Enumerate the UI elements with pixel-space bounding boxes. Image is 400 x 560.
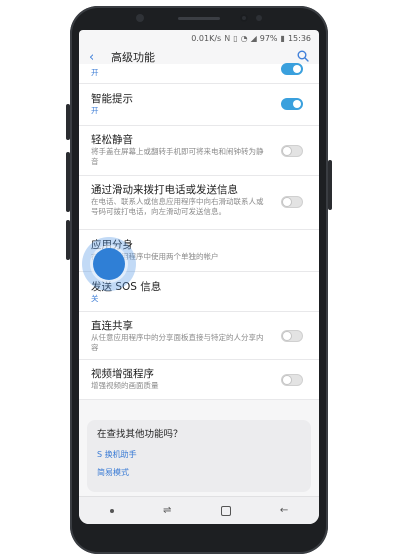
signal-icon: ◢ xyxy=(250,33,257,43)
toggle-switch[interactable] xyxy=(281,330,303,342)
toggle-switch[interactable] xyxy=(281,145,303,157)
page-title: 高级功能 xyxy=(111,51,155,64)
navigation-bar: ⇌ ← xyxy=(79,496,319,524)
item-status: 开 xyxy=(91,106,99,115)
item-title: 轻松静音 xyxy=(91,134,133,146)
suggestion-card: 在查找其他功能吗？ S 换机助手 简易模式 xyxy=(87,420,311,492)
tap-indicator xyxy=(93,248,125,280)
earpiece-speaker xyxy=(178,17,220,20)
item-title: 直连共享 xyxy=(91,320,133,332)
back-button-icon[interactable]: ← xyxy=(280,505,288,516)
bottom-bezel xyxy=(70,524,328,554)
item-status: 关 xyxy=(91,294,99,303)
iris-sensor-icon xyxy=(136,14,144,22)
item-description: 将手盖在屏幕上或翻转手机即可将来电和闹钟转为静音 xyxy=(91,147,264,166)
battery-level: 97% xyxy=(259,33,278,43)
easy-mode-link[interactable]: 简易模式 xyxy=(97,468,301,478)
toggle-switch[interactable] xyxy=(281,98,303,110)
list-item-direct-share[interactable]: 直连共享 从任意应用程序中的分享面板直接与特定的人分享内容 xyxy=(79,312,319,360)
toggle-switch[interactable] xyxy=(281,374,303,386)
item-title: 通过滑动来拨打电话或发送信息 xyxy=(91,184,238,196)
item-description: 增强视频的画面质量 xyxy=(91,381,159,390)
settings-list: 开 智能提示 开 轻松静音 将手盖在屏幕上或翻转手机即可将来电和闹钟转为静音 通… xyxy=(79,63,319,400)
list-item-swipe-to-call[interactable]: 通过滑动来拨打电话或发送信息 在电话、联系人或信息应用程序中向右滑动联系人或号码… xyxy=(79,176,319,230)
home-button[interactable] xyxy=(220,505,231,516)
recent-apps-icon[interactable]: ⇌ xyxy=(163,505,171,516)
list-item-easy-mute[interactable]: 轻松静音 将手盖在屏幕上或翻转手机即可将来电和闹钟转为静音 xyxy=(79,126,319,176)
network-speed: 0.01K/s xyxy=(191,33,222,43)
list-item[interactable]: 开 xyxy=(79,63,319,84)
nfc-icon: N xyxy=(224,33,231,43)
item-title: 智能提示 xyxy=(91,93,133,105)
status-bar: 0.01K/s N ▯ ◔ ◢ 97% ▮ 15:36 xyxy=(79,30,319,46)
back-arrow-icon[interactable]: ‹ xyxy=(89,50,103,65)
proximity-sensor-icon xyxy=(256,15,262,21)
toggle-switch[interactable] xyxy=(281,63,303,75)
item-title: 视频增强程序 xyxy=(91,368,154,380)
list-item-smart-alert[interactable]: 智能提示 开 xyxy=(79,84,319,126)
suggestion-title: 在查找其他功能吗？ xyxy=(97,429,183,440)
wifi-icon: ◔ xyxy=(240,33,248,43)
clock: 15:36 xyxy=(287,33,311,43)
item-description: 从任意应用程序中的分享面板直接与特定的人分享内容 xyxy=(91,333,264,352)
battery-icon: ▮ xyxy=(280,33,285,43)
list-item-video-enhancer[interactable]: 视频增强程序 增强视频的画面质量 xyxy=(79,360,319,400)
item-description: 在电话、联系人或信息应用程序中向右滑动联系人或号码可拨打电话，向左滑动可发送信息… xyxy=(91,197,264,216)
vibrate-icon: ▯ xyxy=(233,33,238,43)
search-icon[interactable] xyxy=(297,50,309,62)
nav-dot-icon xyxy=(109,508,114,513)
item-status: 开 xyxy=(91,68,99,77)
front-camera-icon xyxy=(240,14,248,22)
toggle-switch[interactable] xyxy=(281,196,303,208)
power-button xyxy=(328,160,332,210)
smart-switch-link[interactable]: S 换机助手 xyxy=(97,450,301,460)
